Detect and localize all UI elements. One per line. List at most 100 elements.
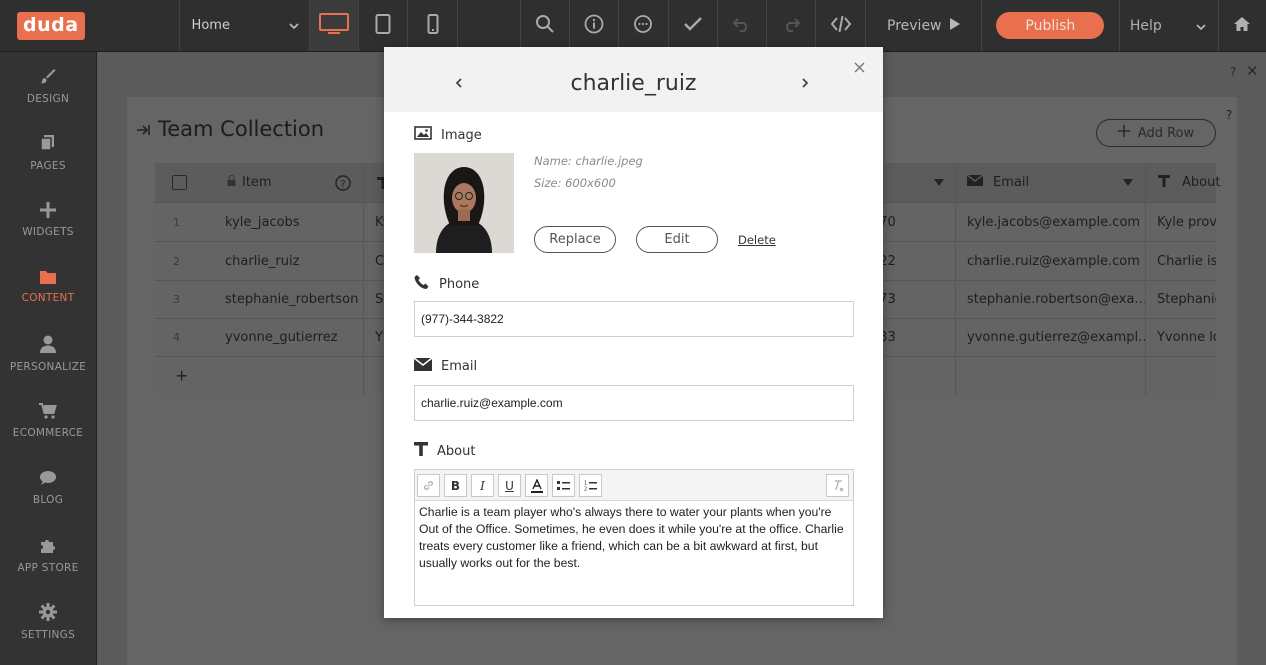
help-menu[interactable]: Help — [1120, 0, 1219, 51]
row-about[interactable]: Kyle provid — [1157, 203, 1216, 241]
text-type-icon — [414, 442, 428, 460]
numbered-list-icon[interactable]: 12 — [579, 474, 602, 497]
select-all-checkbox[interactable] — [172, 163, 187, 202]
sidebar-item-ecommerce[interactable]: ECOMMERCE — [0, 387, 96, 454]
column-divider — [363, 163, 364, 395]
sidebar-item-label: DESIGN — [26, 92, 70, 105]
tablet-icon — [375, 13, 391, 38]
sidebar-item-app-store[interactable]: APP STORE — [0, 521, 96, 588]
profile-photo[interactable] — [414, 153, 514, 253]
chevron-down-icon[interactable] — [1123, 163, 1133, 202]
chevron-down-icon[interactable] — [934, 163, 944, 202]
table-help-icon[interactable]: ? — [1226, 108, 1232, 122]
comment-icon — [633, 14, 653, 38]
row-email[interactable]: yvonne.gutierrez@exampl… — [967, 319, 1145, 356]
row-about[interactable]: Stephanie — [1157, 281, 1216, 318]
link-icon[interactable] — [417, 474, 440, 497]
preview-button[interactable]: Preview — [866, 0, 982, 51]
email-field-label: Email — [413, 357, 477, 375]
column-divider — [955, 163, 956, 395]
row-item[interactable]: stephanie_robertson — [225, 281, 358, 318]
search-button[interactable] — [521, 0, 571, 51]
sidebar-item-label: SETTINGS — [20, 628, 76, 641]
row-item[interactable]: kyle_jacobs — [225, 203, 300, 241]
tablet-view-button[interactable] — [359, 0, 409, 51]
sidebar-item-pages[interactable]: PAGES — [0, 119, 96, 186]
column-header-email[interactable]: Email — [967, 163, 1029, 202]
replace-image-button[interactable]: Replace — [534, 226, 616, 253]
undo-icon — [732, 16, 752, 36]
mobile-view-button[interactable] — [408, 0, 458, 51]
sidebar-item-personalize[interactable]: PERSONALIZE — [0, 320, 96, 387]
pages-icon — [40, 134, 56, 152]
row-email[interactable]: stephanie.robertson@exa… — [967, 281, 1145, 318]
desktop-view-button[interactable] — [309, 0, 360, 51]
add-row-button[interactable]: Add Row — [1096, 119, 1216, 147]
text-color-icon[interactable] — [525, 474, 548, 497]
row-about[interactable]: Charlie is a — [1157, 242, 1216, 280]
brush-icon — [39, 67, 57, 85]
home-button[interactable] — [1219, 0, 1266, 51]
add-item-plus[interactable]: + — [175, 357, 188, 394]
row-item[interactable]: charlie_ruiz — [225, 242, 299, 280]
image-label: Image — [441, 127, 482, 143]
phone-label: Phone — [439, 276, 480, 292]
phone-input[interactable]: (977)-344-3822 — [414, 301, 854, 337]
page-selector[interactable]: Home — [180, 0, 310, 51]
collapse-arrow-icon[interactable] — [136, 117, 150, 141]
delete-image-link[interactable]: Delete — [738, 233, 776, 247]
sidebar-item-widgets[interactable]: WIDGETS — [0, 186, 96, 253]
sidebar-item-blog[interactable]: BLOG — [0, 454, 96, 521]
row-about[interactable]: Yvonne lov — [1157, 319, 1216, 356]
sidebar-item-content[interactable]: CONTENT — [0, 253, 96, 320]
question-icon[interactable]: ? — [335, 163, 351, 202]
add-row-label: Add Row — [1137, 125, 1195, 141]
underline-icon[interactable]: U — [498, 474, 521, 497]
sidebar-item-design[interactable]: DESIGN — [0, 52, 96, 119]
checklist-button[interactable] — [669, 0, 718, 51]
about-rich-text-editor: B I U 12 Charlie is a team player who's … — [414, 469, 854, 606]
publish-button[interactable]: Publish — [996, 12, 1105, 39]
column-header-label: Email — [993, 175, 1030, 190]
bold-icon[interactable]: B — [444, 474, 467, 497]
bullet-list-icon[interactable] — [552, 474, 575, 497]
page-selector-value: Home — [191, 18, 230, 33]
row-item[interactable]: yvonne_gutierrez — [225, 319, 338, 356]
duda-logo[interactable]: duda — [17, 11, 85, 40]
redo-button[interactable] — [767, 0, 817, 51]
phone-icon — [414, 274, 430, 294]
code-editor-button[interactable] — [816, 0, 866, 51]
row-email[interactable]: charlie.ruiz@example.com — [967, 242, 1140, 280]
about-text-area[interactable]: Charlie is a team player who's always th… — [415, 501, 853, 575]
clear-format-icon[interactable] — [826, 474, 849, 497]
sidebar-item-settings[interactable]: SETTINGS — [0, 588, 96, 655]
row-number: 1 — [173, 215, 180, 229]
column-divider — [1145, 163, 1146, 395]
comments-button[interactable] — [619, 0, 669, 51]
gear-icon — [39, 602, 57, 621]
undo-button[interactable] — [718, 0, 768, 51]
chevron-down-icon — [289, 18, 299, 33]
row-number: 2 — [173, 254, 180, 268]
edit-image-button[interactable]: Edit — [636, 226, 718, 253]
redo-icon — [781, 16, 801, 36]
row-name[interactable]: C — [375, 242, 384, 280]
envelope-icon — [967, 174, 984, 190]
image-size: Size: 600x600 — [534, 176, 616, 190]
row-email[interactable]: kyle.jacobs@example.com — [967, 203, 1140, 241]
italic-icon[interactable]: I — [471, 474, 494, 497]
preview-label: Preview — [887, 17, 942, 34]
panel-close-icon[interactable]: ✕ — [1246, 62, 1259, 80]
email-input[interactable]: charlie.ruiz@example.com — [414, 385, 854, 421]
sidebar-item-label: PAGES — [30, 159, 66, 172]
logo-area: duda — [0, 0, 180, 51]
info-button[interactable] — [570, 0, 620, 51]
column-header-about[interactable]: About — [1158, 163, 1220, 202]
rich-text-toolbar: B I U 12 — [415, 470, 853, 501]
panel-help-icon[interactable]: ? — [1230, 65, 1236, 79]
next-row-arrow-icon[interactable] — [802, 77, 809, 92]
close-icon[interactable] — [854, 61, 865, 77]
column-header-item[interactable]: Item — [227, 163, 272, 202]
publish-area: Publish — [982, 0, 1120, 51]
folder-icon — [40, 270, 56, 284]
